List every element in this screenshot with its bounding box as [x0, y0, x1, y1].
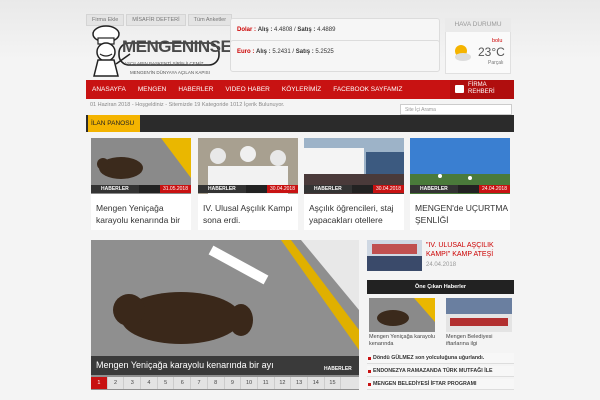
pager-item[interactable]: 13 — [291, 377, 308, 389]
nav-item-anasayfa[interactable]: ANASAYFA — [86, 80, 132, 99]
logo-title: MENGENINSESI — [122, 37, 247, 56]
slider-category: HABERLER — [324, 366, 352, 372]
list-item[interactable]: Döndü GÜLMEZ son yolculuğuna uğurlandı. — [367, 353, 514, 364]
pager-item[interactable]: 1 — [91, 377, 108, 389]
news-title[interactable]: Aşçılık öğrencileri, staj yapacakları ot… — [309, 202, 402, 226]
nav-item-haberler[interactable]: HABERLER — [172, 80, 219, 99]
featured-image[interactable] — [446, 298, 512, 332]
ilan-bar — [86, 115, 514, 132]
pager-item[interactable]: 9 — [225, 377, 242, 389]
pager-item[interactable]: 4 — [141, 377, 158, 389]
pager-item[interactable]: 5 — [158, 377, 175, 389]
list-item[interactable]: ENDONEZYA RAMAZANDA TÜRK MUTFAĞI İLE — [367, 366, 514, 377]
search-input[interactable]: Site İçi Arama — [400, 104, 512, 115]
briefcase-icon — [455, 85, 464, 93]
right-news-date: 24.04.2018 — [426, 262, 457, 268]
right-news-title[interactable]: "IV. ULUSAL AŞÇILIK KAMPI" KAMP ATEŞİ — [426, 241, 514, 259]
logo-subtitle-1: AŞÇILARIN BAŞKENTİ ŞİRİN İLÇEMİZ — [124, 61, 204, 66]
pager-item[interactable]: 14 — [308, 377, 325, 389]
featured-title[interactable]: Mengen Belediyesi iftarlarına ilgi — [446, 334, 516, 347]
news-card[interactable]: HABERLER 30.04.2018 Aşçılık öğrencileri,… — [304, 138, 404, 230]
pager-item[interactable]: 6 — [174, 377, 192, 389]
featured-title[interactable]: Mengen Yeniçağa karayolu kenarında — [369, 334, 439, 347]
news-card[interactable]: HABERLER 30.04.2018 IV. Ulusal Aşçılık K… — [198, 138, 298, 230]
partly-cloudy-icon — [455, 45, 471, 61]
pager-item[interactable]: 10 — [241, 377, 258, 389]
pager-item[interactable]: 2 — [108, 377, 125, 389]
nav-item-video-haber[interactable]: VIDEO HABER — [219, 80, 275, 99]
news-card[interactable]: HABERLER 31.05.2018 Mengen Yeniçağa kara… — [91, 138, 191, 230]
ilan-panosu-tab[interactable]: İLAN PANOSU — [88, 115, 140, 132]
pager-item[interactable]: 15 — [325, 377, 342, 389]
pager-item[interactable]: 7 — [191, 377, 208, 389]
pager-item[interactable]: 3 — [124, 377, 142, 389]
nav-item-facebook[interactable]: FACEBOOK SAYFAMIZ — [327, 80, 408, 99]
news-title[interactable]: IV. Ulusal Aşçılık Kampı sona erdi. — [203, 202, 296, 226]
euro-rate: Euro : Alış : 5.2431 / Satış : 5.2525 — [230, 40, 440, 72]
news-title[interactable]: MENGEN'de UÇURTMA ŞENLİĞİ — [415, 202, 508, 226]
firma-rehberi-button[interactable]: FİRMA REHBERİ — [450, 80, 514, 99]
nav-item-mengen[interactable]: MENGEN — [132, 80, 173, 99]
logo-subtitle-2: MENGEN'İN DÜNYAYA AÇILAN KAPISI — [130, 70, 210, 75]
weather-condition: Parçalı — [488, 60, 504, 66]
list-item[interactable]: MENGEN BELEDİYESİ İFTAR PROGRAMI — [367, 379, 514, 390]
weather-city: bolu — [492, 38, 503, 44]
pager-item[interactable]: 11 — [258, 377, 275, 389]
right-news-image[interactable] — [367, 240, 422, 271]
slider-pager: 1 2 3 4 5 6 7 8 9 10 11 12 13 14 15 — [91, 377, 359, 389]
nav-item-koylerimiz[interactable]: KÖYLERİMİZ — [276, 80, 327, 99]
weather-temp: 23°C — [478, 45, 505, 59]
slider-caption[interactable]: Mengen Yeniçağa karayolu kenarında bir a… — [91, 356, 359, 375]
news-card[interactable]: HABERLER 24.04.2018 MENGEN'de UÇURTMA ŞE… — [410, 138, 510, 230]
pager-item[interactable]: 8 — [208, 377, 225, 389]
news-title[interactable]: Mengen Yeniçağa karayolu kenarında bir — [96, 202, 189, 226]
pager-item[interactable]: 12 — [275, 377, 292, 389]
one-cikan-header: Öne Çıkan Haberler — [367, 280, 514, 294]
weather-title: HAVA DURUMU — [445, 18, 511, 32]
featured-image[interactable] — [369, 298, 435, 332]
